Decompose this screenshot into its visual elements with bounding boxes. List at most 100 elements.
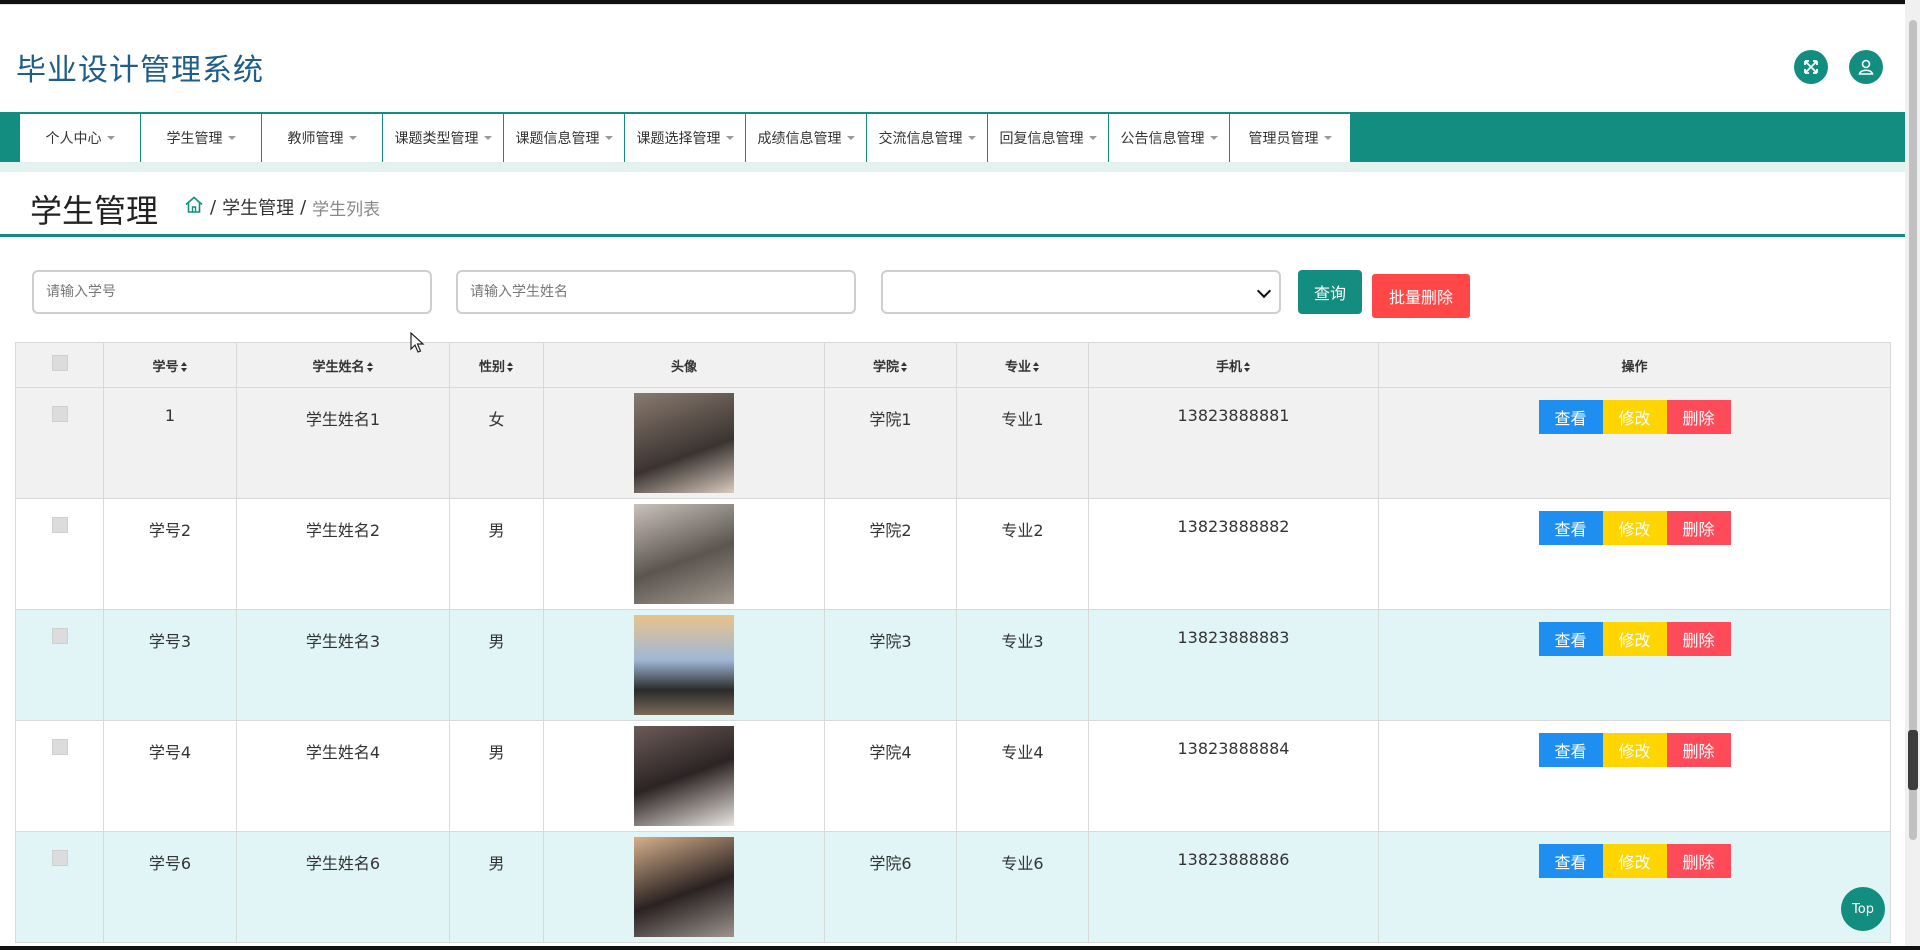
nav-item-grade-management[interactable]: 成绩信息管理	[746, 114, 867, 162]
college-cell: 学院2	[869, 521, 912, 540]
back-to-top-button[interactable]: Top	[1841, 887, 1885, 931]
student-no-search-input[interactable]	[32, 270, 432, 314]
caret-down-icon	[1088, 136, 1097, 140]
fullscreen-button[interactable]	[1794, 50, 1828, 84]
name-cell: 学生姓名1	[305, 410, 381, 429]
scrollbar-thumb[interactable]	[1909, 20, 1917, 840]
table-header-row: 学号 学生姓名 性别 头像 学院 专业 手机 操作	[15, 342, 1891, 388]
nav-item-label: 回复信息管理	[999, 131, 1084, 147]
select-all-checkbox[interactable]	[51, 355, 68, 371]
page-scrollbar[interactable]	[1905, 0, 1920, 950]
name-cell: 学生姓名4	[305, 743, 381, 762]
delete-button[interactable]: 删除	[1666, 400, 1731, 434]
user-icon	[1858, 59, 1874, 75]
gender-cell: 男	[488, 854, 505, 873]
delete-button[interactable]: 删除	[1666, 844, 1731, 878]
row-checkbox[interactable]	[51, 850, 68, 866]
table-row: 学号6 学生姓名6 男 学院6 专业6 13823888886 查看 修改 删除	[15, 831, 1891, 943]
sort-icon[interactable]	[180, 362, 188, 372]
app-header: 毕业设计管理系统	[0, 4, 1905, 113]
nav-item-teacher-management[interactable]: 教师管理	[262, 114, 383, 162]
nav-item-label: 教师管理	[287, 131, 344, 147]
student-no-cell: 学号2	[148, 521, 192, 540]
major-cell: 专业6	[1001, 854, 1044, 873]
nav-item-reply-management[interactable]: 回复信息管理	[988, 114, 1109, 162]
view-button[interactable]: 查看	[1538, 844, 1603, 878]
header-label: 学生姓名	[312, 359, 365, 375]
name-cell: 学生姓名2	[305, 521, 381, 540]
scrollbar-marker	[1908, 730, 1918, 790]
delete-button[interactable]: 删除	[1666, 622, 1731, 656]
nav-item-personal-center[interactable]: 个人中心	[20, 114, 141, 162]
nav-item-label: 管理员管理	[1248, 131, 1319, 147]
college-cell: 学院3	[869, 632, 912, 651]
home-icon[interactable]	[184, 195, 204, 220]
header-student-no[interactable]: 学号	[103, 342, 237, 388]
view-button[interactable]: 查看	[1538, 511, 1603, 545]
page-title: 学生管理	[30, 192, 159, 230]
header-college[interactable]: 学院	[824, 342, 957, 388]
sort-icon[interactable]	[366, 362, 374, 372]
student-table: 学号 学生姓名 性别 头像 学院 专业 手机 操作 1 学生姓名1 女 学院1 …	[15, 342, 1891, 943]
header-select-all[interactable]	[15, 342, 104, 388]
header-label: 学院	[872, 359, 899, 375]
edit-button[interactable]: 修改	[1602, 733, 1667, 767]
user-button[interactable]	[1849, 50, 1883, 84]
edit-button[interactable]: 修改	[1602, 844, 1667, 878]
nav-item-student-management[interactable]: 学生管理	[141, 114, 262, 162]
header-gender[interactable]: 性别	[449, 342, 544, 388]
header-label: 操作	[1621, 359, 1648, 375]
phone-cell: 13823888883	[1177, 628, 1290, 647]
row-checkbox[interactable]	[51, 517, 68, 533]
sort-icon[interactable]	[901, 362, 908, 372]
student-name-search-input[interactable]	[456, 270, 856, 314]
caret-down-icon	[1209, 136, 1218, 140]
view-button[interactable]: 查看	[1538, 400, 1603, 434]
row-checkbox[interactable]	[51, 628, 68, 644]
gender-cell: 男	[488, 743, 505, 762]
edit-button[interactable]: 修改	[1602, 400, 1667, 434]
nav-item-topic-selection-management[interactable]: 课题选择管理	[625, 114, 746, 162]
row-actions: 查看 修改 删除	[1538, 400, 1731, 434]
filter-select[interactable]	[881, 270, 1281, 314]
view-button[interactable]: 查看	[1538, 733, 1603, 767]
table-row: 1 学生姓名1 女 学院1 专业1 13823888881 查看 修改 删除	[15, 387, 1891, 499]
phone-cell: 13823888886	[1177, 850, 1290, 869]
college-cell: 学院6	[869, 854, 912, 873]
nav-item-topic-info-management[interactable]: 课题信息管理	[504, 114, 625, 162]
nav-item-topic-type-management[interactable]: 课题类型管理	[383, 114, 504, 162]
caret-down-icon	[227, 136, 236, 140]
caret-down-icon	[106, 136, 115, 140]
student-no-cell: 1	[164, 406, 176, 425]
row-checkbox[interactable]	[51, 406, 68, 422]
window-bottom-border	[0, 946, 1920, 950]
nav-item-label: 个人中心	[45, 131, 102, 147]
query-button[interactable]: 查询	[1298, 270, 1362, 314]
batch-delete-button[interactable]: 批量删除	[1372, 274, 1470, 318]
edit-button[interactable]: 修改	[1602, 511, 1667, 545]
row-checkbox[interactable]	[51, 739, 68, 755]
caret-down-icon	[1323, 136, 1332, 140]
row-actions: 查看 修改 删除	[1538, 622, 1731, 656]
phone-cell: 13823888884	[1177, 739, 1290, 758]
nav-item-communication-management[interactable]: 交流信息管理	[867, 114, 988, 162]
nav-item-admin-management[interactable]: 管理员管理	[1230, 114, 1351, 162]
fullscreen-icon	[1804, 60, 1818, 74]
phone-cell: 13823888881	[1177, 406, 1290, 425]
delete-button[interactable]: 删除	[1666, 733, 1731, 767]
sort-icon[interactable]	[507, 362, 514, 372]
delete-button[interactable]: 删除	[1666, 511, 1731, 545]
nav-item-label: 课题信息管理	[515, 131, 600, 147]
edit-button[interactable]: 修改	[1602, 622, 1667, 656]
sort-icon[interactable]	[1244, 362, 1251, 372]
student-no-cell: 学号4	[148, 743, 192, 762]
gender-cell: 女	[488, 410, 505, 429]
phone-cell: 13823888882	[1177, 517, 1290, 536]
header-major[interactable]: 专业	[956, 342, 1089, 388]
sort-icon[interactable]	[1033, 362, 1040, 372]
nav-item-announcement-management[interactable]: 公告信息管理	[1109, 114, 1230, 162]
header-phone[interactable]: 手机	[1088, 342, 1379, 388]
view-button[interactable]: 查看	[1538, 622, 1603, 656]
breadcrumb-section[interactable]: 学生管理	[222, 194, 294, 220]
header-label: 手机	[1215, 359, 1242, 375]
